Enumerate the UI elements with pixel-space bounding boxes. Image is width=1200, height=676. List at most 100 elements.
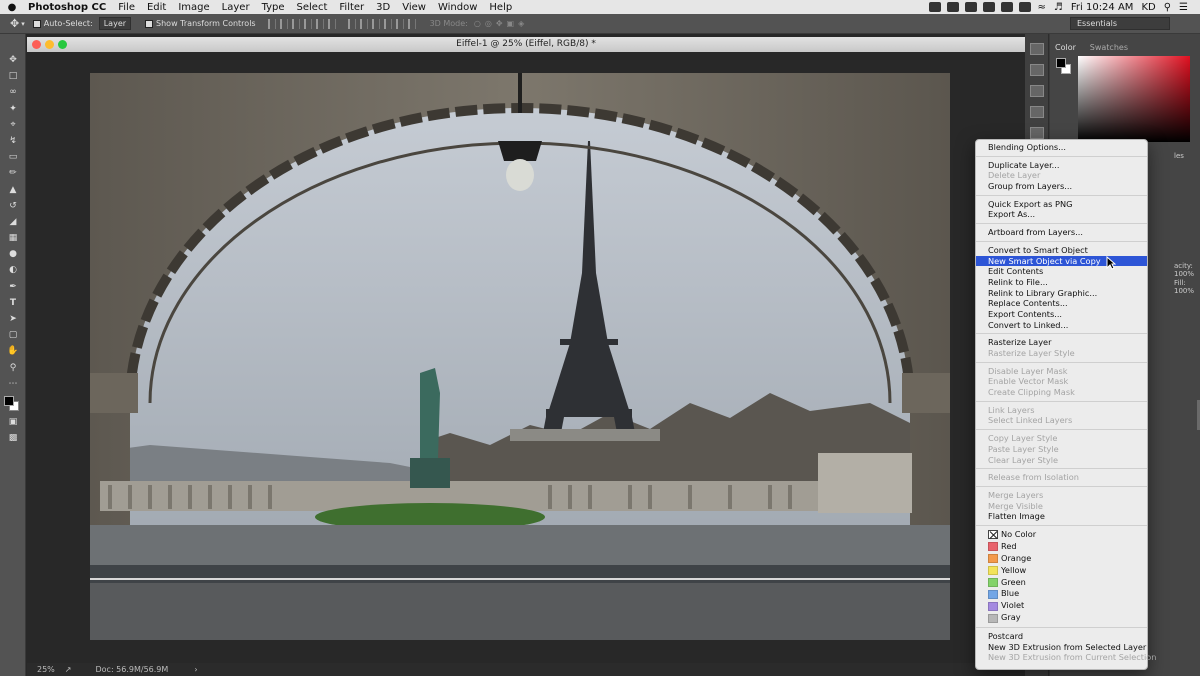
workspace-dropdown[interactable]: Essentials (1070, 17, 1170, 30)
chevron-right-icon[interactable]: › (194, 665, 197, 674)
foreground-background-swatches[interactable] (0, 392, 26, 414)
pen-tool-icon[interactable]: ✒ (0, 279, 26, 295)
menu-window[interactable]: Window (432, 2, 483, 13)
airplay-icon[interactable] (982, 2, 995, 12)
chevron-down-icon[interactable]: ▾ (21, 20, 25, 28)
menu-item-color-red[interactable]: Red (976, 541, 1147, 553)
distribute-vcenter-icon[interactable] (359, 18, 368, 29)
show-transform-checkbox[interactable] (145, 19, 154, 28)
app-name-menu[interactable]: Photoshop CC (24, 2, 112, 13)
dropbox-icon[interactable] (964, 2, 977, 12)
zoom-level[interactable]: 25% (37, 665, 55, 674)
quick-mask-icon[interactable]: ▣ (0, 414, 26, 430)
menu-file[interactable]: File (112, 2, 141, 13)
document-title-bar[interactable]: Eiffel-1 @ 25% (Eiffel, RGB/8) * (27, 37, 1025, 52)
tab-swatches[interactable]: Swatches (1085, 34, 1134, 52)
menu-item-relink-to-file[interactable]: Relink to File... (976, 277, 1147, 288)
distribute-left-icon[interactable] (383, 18, 392, 29)
align-top-icon[interactable] (267, 18, 276, 29)
align-vcenter-icon[interactable] (279, 18, 288, 29)
menu-item-replace-contents[interactable]: Replace Contents... (976, 298, 1147, 309)
menu-item-color-green[interactable]: Green (976, 577, 1147, 589)
type-tool-icon[interactable]: T (0, 295, 26, 311)
menu-item-new-smart-object-via-copy[interactable]: New Smart Object via Copy (976, 255, 1147, 267)
menu-item-duplicate-layer[interactable]: Duplicate Layer... (976, 160, 1147, 171)
libraries-panel-icon[interactable] (1029, 127, 1044, 139)
auto-select-dropdown[interactable]: Layer (98, 17, 132, 30)
battery-icon[interactable] (1018, 2, 1031, 12)
menu-item-color-no-color[interactable]: No Color (976, 529, 1147, 541)
menu-item-color-yellow[interactable]: Yellow (976, 565, 1147, 577)
fill-field-partial[interactable]: Fill: 100% (1174, 279, 1200, 295)
menu-select[interactable]: Select (291, 2, 334, 13)
more-tools-icon[interactable]: ⋯ (0, 376, 26, 392)
crop-tool-icon[interactable]: ⌖ (0, 117, 26, 133)
menu-type[interactable]: Type (256, 2, 291, 13)
healing-brush-tool-icon[interactable]: ▭ (0, 149, 26, 165)
menu-item-color-violet[interactable]: Violet (976, 600, 1147, 612)
history-panel-icon[interactable] (1029, 43, 1044, 55)
eyedropper-tool-icon[interactable]: ↯ (0, 133, 26, 149)
menu-item-rasterize-layer[interactable]: Rasterize Layer (976, 337, 1147, 348)
move-tool-icon[interactable]: ✥ (0, 52, 26, 68)
menu-item-postcard[interactable]: Postcard (976, 631, 1147, 642)
menu-item-export-contents[interactable]: Export Contents... (976, 309, 1147, 320)
panel-foreground-swatch[interactable] (1056, 58, 1066, 68)
volume-icon[interactable]: ♬ (1050, 2, 1067, 13)
align-left-icon[interactable] (303, 18, 312, 29)
menu-item-new-3d-extrusion-from-selected-layer[interactable]: New 3D Extrusion from Selected Layer (976, 642, 1147, 653)
distribute-top-icon[interactable] (347, 18, 356, 29)
menu-layer[interactable]: Layer (216, 2, 256, 13)
menu-item-color-gray[interactable]: Gray (976, 612, 1147, 624)
3d-mode-icons[interactable]: ○◎✥▣◈ (474, 19, 528, 28)
menu-item-blending-options[interactable]: Blending Options... (976, 142, 1147, 153)
menu-item-convert-to-smart-object[interactable]: Convert to Smart Object (976, 245, 1147, 256)
styles-tab-partial[interactable]: les (1174, 152, 1184, 160)
menu-item-quick-export-as-png[interactable]: Quick Export as PNG (976, 199, 1147, 210)
auto-select-checkbox[interactable] (32, 19, 41, 28)
rectangle-tool-icon[interactable]: ▢ (0, 327, 26, 343)
align-bottom-icon[interactable] (291, 18, 300, 29)
menu-filter[interactable]: Filter (333, 2, 370, 13)
menu-help[interactable]: Help (483, 2, 518, 13)
opacity-field-partial[interactable]: acity: 100% (1174, 262, 1200, 278)
menu-item-artboard-from-layers[interactable]: Artboard from Layers... (976, 227, 1147, 238)
clone-stamp-tool-icon[interactable]: ▲ (0, 182, 26, 198)
spotlight-icon[interactable]: ⚲ (1160, 2, 1175, 13)
distribute-bottom-icon[interactable] (371, 18, 380, 29)
path-selection-tool-icon[interactable]: ➤ (0, 311, 26, 327)
menu-view[interactable]: View (396, 2, 432, 13)
lasso-tool-icon[interactable]: ∞ (0, 84, 26, 100)
gradient-tool-icon[interactable]: ▦ (0, 230, 26, 246)
distribute-hcenter-icon[interactable] (395, 18, 404, 29)
marquee-tool-icon[interactable]: □ (0, 68, 26, 84)
menu-image[interactable]: Image (172, 2, 215, 13)
zoom-window-icon[interactable] (58, 40, 67, 49)
brush-tool-icon[interactable]: ✏ (0, 165, 26, 181)
align-hcenter-icon[interactable] (315, 18, 324, 29)
blur-tool-icon[interactable]: ● (0, 246, 26, 262)
menu-item-color-blue[interactable]: Blue (976, 588, 1147, 600)
menu-item-convert-to-linked[interactable]: Convert to Linked... (976, 320, 1147, 331)
magic-wand-tool-icon[interactable]: ✦ (0, 101, 26, 117)
screen-mode-icon[interactable]: ▩ (0, 430, 26, 446)
creative-cloud-icon[interactable] (928, 2, 941, 12)
dodge-tool-icon[interactable]: ◐ (0, 262, 26, 278)
menu-item-color-orange[interactable]: Orange (976, 553, 1147, 565)
menu-item-relink-to-library-graphic[interactable]: Relink to Library Graphic... (976, 288, 1147, 299)
hand-tool-icon[interactable]: ✋ (0, 343, 26, 359)
document-size[interactable]: Doc: 56.9M/56.9M (95, 665, 168, 674)
close-window-icon[interactable] (32, 40, 41, 49)
minimize-window-icon[interactable] (45, 40, 54, 49)
bluetooth-icon[interactable] (1000, 2, 1013, 12)
image-canvas[interactable] (90, 73, 950, 640)
tab-color[interactable]: Color (1050, 34, 1082, 52)
sync-icon[interactable] (946, 2, 959, 12)
move-tool-icon[interactable]: ✥ (10, 17, 19, 30)
foreground-color-swatch[interactable] (4, 395, 14, 406)
color-spectrum[interactable] (1078, 56, 1190, 142)
align-right-icon[interactable] (327, 18, 336, 29)
clock[interactable]: Fri 10:24 AM (1067, 2, 1138, 13)
menu-edit[interactable]: Edit (141, 2, 172, 13)
apple-icon[interactable]: ● (0, 2, 24, 13)
